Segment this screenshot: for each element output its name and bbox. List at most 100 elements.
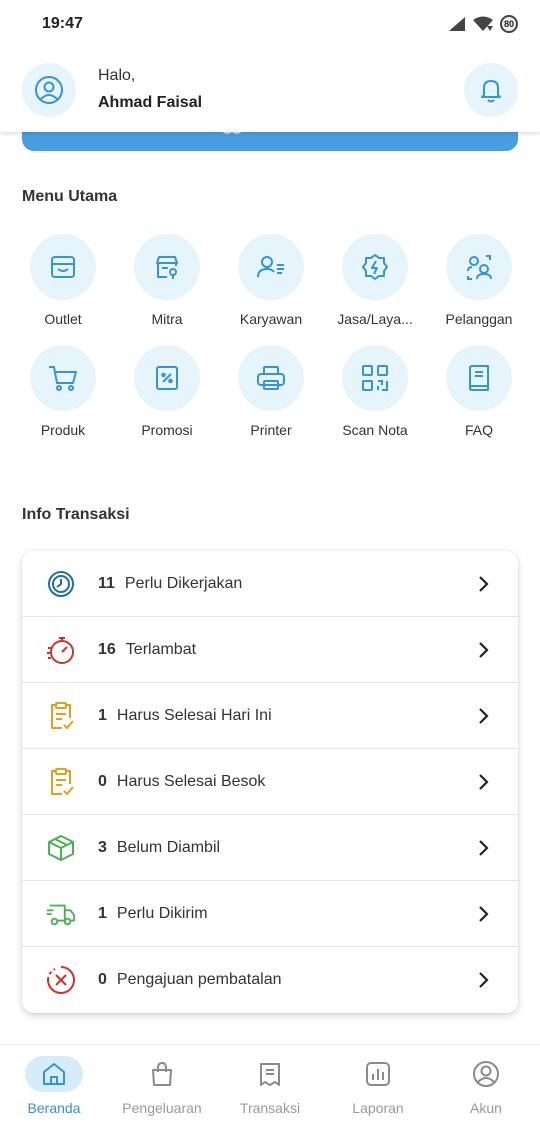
chevron-right-icon xyxy=(479,773,489,790)
info-label: Belum Diambil xyxy=(116,838,221,856)
chevron-right-icon xyxy=(479,972,489,988)
user-name: Ahmad Faisal xyxy=(98,94,203,111)
account-icon xyxy=(473,1061,499,1087)
nav-icon-wrap xyxy=(133,1056,191,1092)
employee-icon xyxy=(238,234,304,300)
chevron-right-icon xyxy=(479,839,489,856)
report-chart-icon xyxy=(366,1062,390,1086)
chevron-right-icon xyxy=(479,641,489,658)
info-row-harus-selesai-hari-ini[interactable]: 1 Harus Selesai Hari Ini xyxy=(22,683,518,749)
nav-pengeluaran[interactable]: Pengeluaran xyxy=(108,1045,216,1124)
menu-label: Outlet xyxy=(44,311,82,327)
nav-label: Transaksi xyxy=(239,1100,301,1116)
main-menu-grid: Outlet Mitra Karyawan Jasa/Laya... Pelan… xyxy=(11,234,531,438)
user-circle-icon xyxy=(35,76,63,104)
menu-item-produk[interactable]: Produk xyxy=(11,345,115,438)
menu-item-faq[interactable]: FAQ xyxy=(427,345,531,438)
status-bar: 19:47 80 xyxy=(0,0,540,48)
info-row-belum-diambil[interactable]: 3 Belum Diambil xyxy=(22,815,518,881)
chevron-right-icon xyxy=(479,707,489,724)
info-count: 11 xyxy=(98,574,115,592)
menu-label: Jasa/Laya... xyxy=(337,311,413,327)
stopwatch-icon xyxy=(46,635,76,665)
menu-item-scan-nota[interactable]: Scan Nota xyxy=(323,345,427,438)
nav-icon-wrap xyxy=(457,1056,515,1092)
menu-item-printer[interactable]: Printer xyxy=(219,345,323,438)
printer-icon xyxy=(238,345,304,411)
clipboard-check-icon xyxy=(46,767,76,797)
info-count: 16 xyxy=(98,640,116,658)
menu-label: Promosi xyxy=(141,422,193,438)
cellular-signal-icon xyxy=(449,17,465,31)
book-icon xyxy=(446,345,512,411)
nav-laporan[interactable]: Laporan xyxy=(324,1045,432,1124)
nav-label: Beranda xyxy=(27,1100,81,1116)
promo-icon xyxy=(134,345,200,411)
menu-item-promosi[interactable]: Promosi xyxy=(115,345,219,438)
info-count: 1 xyxy=(98,904,107,922)
info-section-title: Info Transaksi xyxy=(22,506,130,523)
nav-beranda[interactable]: Beranda xyxy=(0,1045,108,1124)
info-label: Perlu Dikerjakan xyxy=(124,574,243,592)
avatar[interactable] xyxy=(22,63,76,117)
info-row-harus-selesai-besok[interactable]: 0 Harus Selesai Besok xyxy=(22,749,518,815)
menu-item-outlet[interactable]: Outlet xyxy=(11,234,115,327)
info-count: 1 xyxy=(98,706,107,724)
info-count: 0 xyxy=(98,971,107,988)
partner-store-icon xyxy=(134,234,200,300)
menu-item-pelanggan[interactable]: Pelanggan xyxy=(427,234,531,327)
greeting-text: Halo, xyxy=(98,67,136,84)
menu-label: Karyawan xyxy=(239,311,303,327)
shopping-bag-icon xyxy=(152,1062,172,1086)
info-count: 0 xyxy=(98,772,107,790)
receipt-icon xyxy=(260,1063,280,1086)
info-label: Terlambat xyxy=(125,640,197,658)
status-time: 19:47 xyxy=(42,15,83,32)
chevron-right-icon xyxy=(479,575,489,592)
nav-label: Akun xyxy=(470,1100,502,1116)
cart-icon xyxy=(30,345,96,411)
info-label: Perlu Dikirim xyxy=(116,904,208,922)
nav-icon-wrap xyxy=(349,1056,407,1092)
cancel-circle-icon xyxy=(46,965,76,995)
menu-label: Pelanggan xyxy=(445,311,513,327)
nav-label: Laporan xyxy=(352,1100,404,1116)
greeting: Halo, Ahmad Faisal xyxy=(98,63,464,117)
menu-section-title: Menu Utama xyxy=(22,188,118,205)
app-header: Halo, Ahmad Faisal xyxy=(0,48,540,132)
info-count: 3 xyxy=(98,838,107,856)
info-label: Harus Selesai Besok xyxy=(116,772,266,790)
clipboard-check-icon xyxy=(46,701,76,731)
notification-button[interactable] xyxy=(464,63,518,117)
home-icon xyxy=(43,1063,65,1085)
info-row-perlu-dikirim[interactable]: 1 Perlu Dikirim xyxy=(22,881,518,947)
menu-item-mitra[interactable]: Mitra xyxy=(115,234,219,327)
battery-icon: 80 xyxy=(500,15,518,33)
nav-transaksi[interactable]: Transaksi xyxy=(216,1045,324,1124)
info-row-pengajuan-pembatalan[interactable]: 0 Pengajuan pembatalan xyxy=(22,947,518,1013)
menu-item-jasa-layanan[interactable]: Jasa/Laya... xyxy=(323,234,427,327)
store-icon xyxy=(30,234,96,300)
nav-icon-highlight xyxy=(25,1056,83,1092)
menu-item-karyawan[interactable]: Karyawan xyxy=(219,234,323,327)
info-label: Pengajuan pembatalan xyxy=(116,971,282,988)
info-row-perlu-dikerjakan[interactable]: 11 Perlu Dikerjakan xyxy=(22,551,518,617)
nav-icon-wrap xyxy=(241,1056,299,1092)
clock-icon xyxy=(46,569,76,599)
info-row-terlambat[interactable]: 16 Terlambat xyxy=(22,617,518,683)
menu-label: Produk xyxy=(40,422,86,438)
nav-label: Pengeluaran xyxy=(122,1100,202,1116)
chevron-right-icon xyxy=(479,905,489,922)
qr-code-icon xyxy=(342,345,408,411)
service-badge-icon xyxy=(342,234,408,300)
customers-icon xyxy=(446,234,512,300)
nav-akun[interactable]: Akun xyxy=(432,1045,540,1124)
menu-label: FAQ xyxy=(464,422,493,438)
bottom-navigation: Beranda Pengeluaran Transaksi Laporan Ak… xyxy=(0,1044,540,1124)
menu-label: Scan Nota xyxy=(342,422,408,438)
wifi-icon xyxy=(473,16,493,31)
menu-label: Mitra xyxy=(151,311,183,327)
bell-icon xyxy=(481,80,501,103)
truck-icon xyxy=(46,899,76,929)
package-icon xyxy=(46,833,76,863)
